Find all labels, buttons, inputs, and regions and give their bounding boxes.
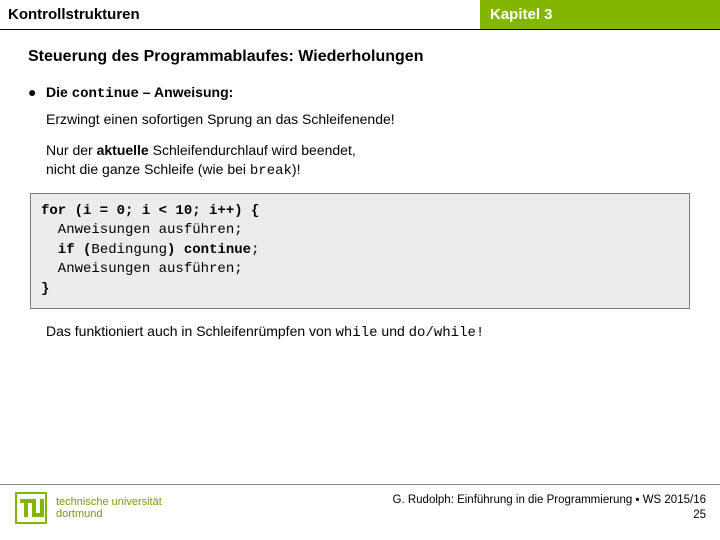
- logo-text: technische universität dortmund: [56, 496, 162, 520]
- slide-footer: technische universität dortmund G. Rudol…: [0, 484, 720, 540]
- footnote-a: Das funktioniert auch in Schleifenrümpfe…: [46, 323, 336, 339]
- code-example: for (i = 0; i < 10; i++) { Anweisungen a…: [30, 193, 690, 309]
- university-logo: technische universität dortmund: [14, 491, 162, 525]
- logo-line1: technische universität: [56, 496, 162, 508]
- logo-line2: dortmund: [56, 508, 162, 520]
- credit-line1: G. Rudolph: Einführung in die Programmie…: [393, 493, 706, 508]
- explain-2b-bold: aktuelle: [97, 142, 149, 158]
- code-l2: Anweisungen ausführen;: [41, 222, 243, 238]
- continue-keyword: continue: [72, 86, 139, 102]
- bullet-item: ● Die continue – Anweisung:: [28, 84, 692, 102]
- explain-2c: Schleifendurchlauf wird beendet,: [149, 142, 356, 158]
- bullet-marker: ●: [28, 84, 46, 100]
- slide-content: Steuerung des Programmablaufes: Wiederho…: [0, 30, 720, 341]
- explain-line-1: Erzwingt einen sofortigen Sprung an das …: [46, 110, 692, 129]
- explain-3c: )!: [292, 161, 301, 177]
- while-keyword: while: [336, 325, 378, 341]
- section-title: Steuerung des Programmablaufes: Wiederho…: [28, 48, 692, 66]
- code-l3e: ;: [251, 242, 259, 258]
- credit: G. Rudolph: Einführung in die Programmie…: [393, 493, 706, 523]
- page-number: 25: [393, 508, 706, 523]
- header-chapter: Kapitel 3: [480, 0, 720, 29]
- code-l4: Anweisungen ausführen;: [41, 261, 243, 277]
- explain-2a: Nur der: [46, 142, 97, 158]
- code-l3a: if (: [41, 242, 91, 258]
- bullet-pre: Die: [46, 84, 72, 100]
- code-l1: for (i = 0; i < 10; i++) {: [41, 203, 259, 219]
- dowhile-keyword: do/while!: [409, 325, 485, 341]
- explain-3a: nicht die ganze Schleife (wie bei: [46, 161, 250, 177]
- explain-block-2: Nur der aktuelle Schleifendurchlauf wird…: [46, 141, 692, 181]
- code-l3b: Bedingung: [91, 242, 167, 258]
- code-l3c: ): [167, 242, 184, 258]
- footnote: Das funktioniert auch in Schleifenrümpfe…: [46, 323, 692, 341]
- footnote-c: und: [378, 323, 409, 339]
- code-l5: }: [41, 281, 49, 297]
- code-continue: continue: [184, 242, 251, 258]
- tu-logo-icon: [14, 491, 48, 525]
- slide-header: Kontrollstrukturen Kapitel 3: [0, 0, 720, 30]
- bullet-text: Die continue – Anweisung:: [46, 84, 233, 102]
- header-topic: Kontrollstrukturen: [0, 0, 480, 29]
- break-keyword: break: [250, 163, 292, 179]
- bullet-post: – Anweisung:: [139, 84, 233, 100]
